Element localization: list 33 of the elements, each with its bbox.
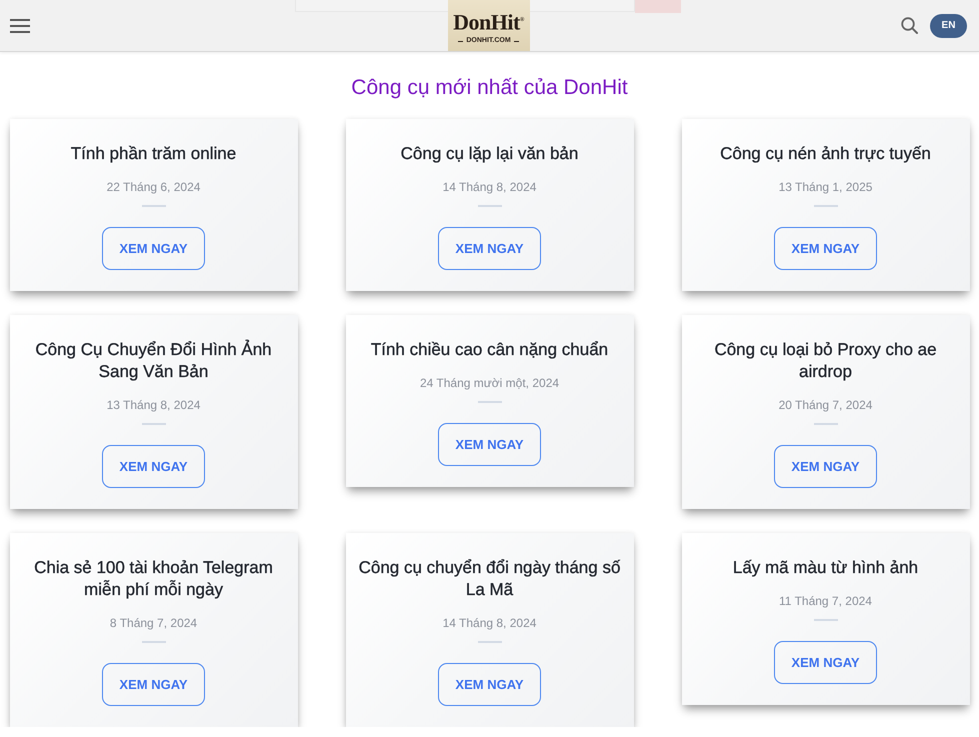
view-button[interactable]: XEM NGAY — [438, 663, 541, 706]
view-button[interactable]: XEM NGAY — [102, 227, 205, 270]
view-button[interactable]: XEM NGAY — [774, 641, 877, 684]
card-title[interactable]: Công Cụ Chuyển Đổi Hình Ảnh Sang Văn Bản — [18, 339, 290, 383]
view-button[interactable]: XEM NGAY — [774, 227, 877, 270]
search-icon[interactable] — [901, 17, 918, 34]
card-date: 13 Tháng 1, 2025 — [778, 179, 872, 195]
card-title[interactable]: Công cụ lặp lại văn bản — [400, 143, 578, 165]
card-date: 14 Tháng 8, 2024 — [442, 615, 536, 631]
view-button[interactable]: XEM NGAY — [102, 663, 205, 706]
card-title[interactable]: Công cụ chuyển đổi ngày tháng số La Mã — [354, 557, 626, 601]
card-date: 22 Tháng 6, 2024 — [106, 179, 200, 195]
logo-title: DonHit$^{®}$ — [453, 8, 524, 34]
view-button[interactable]: XEM NGAY — [438, 227, 541, 270]
view-button[interactable]: XEM NGAY — [438, 423, 541, 466]
language-button[interactable]: EN — [930, 14, 967, 38]
card-date: 8 Tháng 7, 2024 — [110, 615, 198, 631]
card-date: 13 Tháng 8, 2024 — [106, 397, 200, 413]
menu-icon[interactable] — [10, 18, 30, 34]
view-button[interactable]: XEM NGAY — [102, 445, 205, 488]
card-date: 24 Tháng mười một, 2024 — [420, 375, 560, 391]
card-title[interactable]: Công cụ loại bỏ Proxy cho ae airdrop — [690, 339, 962, 383]
card-title[interactable]: Lấy mã màu từ hình ảnh — [732, 557, 918, 579]
card-title[interactable]: Tính chiều cao cân nặng chuẩn — [370, 339, 608, 361]
ad-image-placeholder — [635, 0, 681, 13]
page-heading: Công cụ mới nhất của DonHit — [351, 76, 628, 100]
view-button[interactable]: XEM NGAY — [774, 445, 877, 488]
card-title[interactable]: Công cụ nén ảnh trực tuyến — [720, 143, 931, 165]
card-date: 11 Tháng 7, 2024 — [779, 593, 872, 609]
card-title[interactable]: Tính phần trăm online — [70, 143, 236, 165]
card-date: 14 Tháng 8, 2024 — [442, 179, 536, 195]
card-title[interactable]: Chia sẻ 100 tài khoản Telegram miễn phí mỗi ngày — [18, 557, 290, 601]
card-date: 20 Tháng 7, 2024 — [778, 397, 872, 413]
